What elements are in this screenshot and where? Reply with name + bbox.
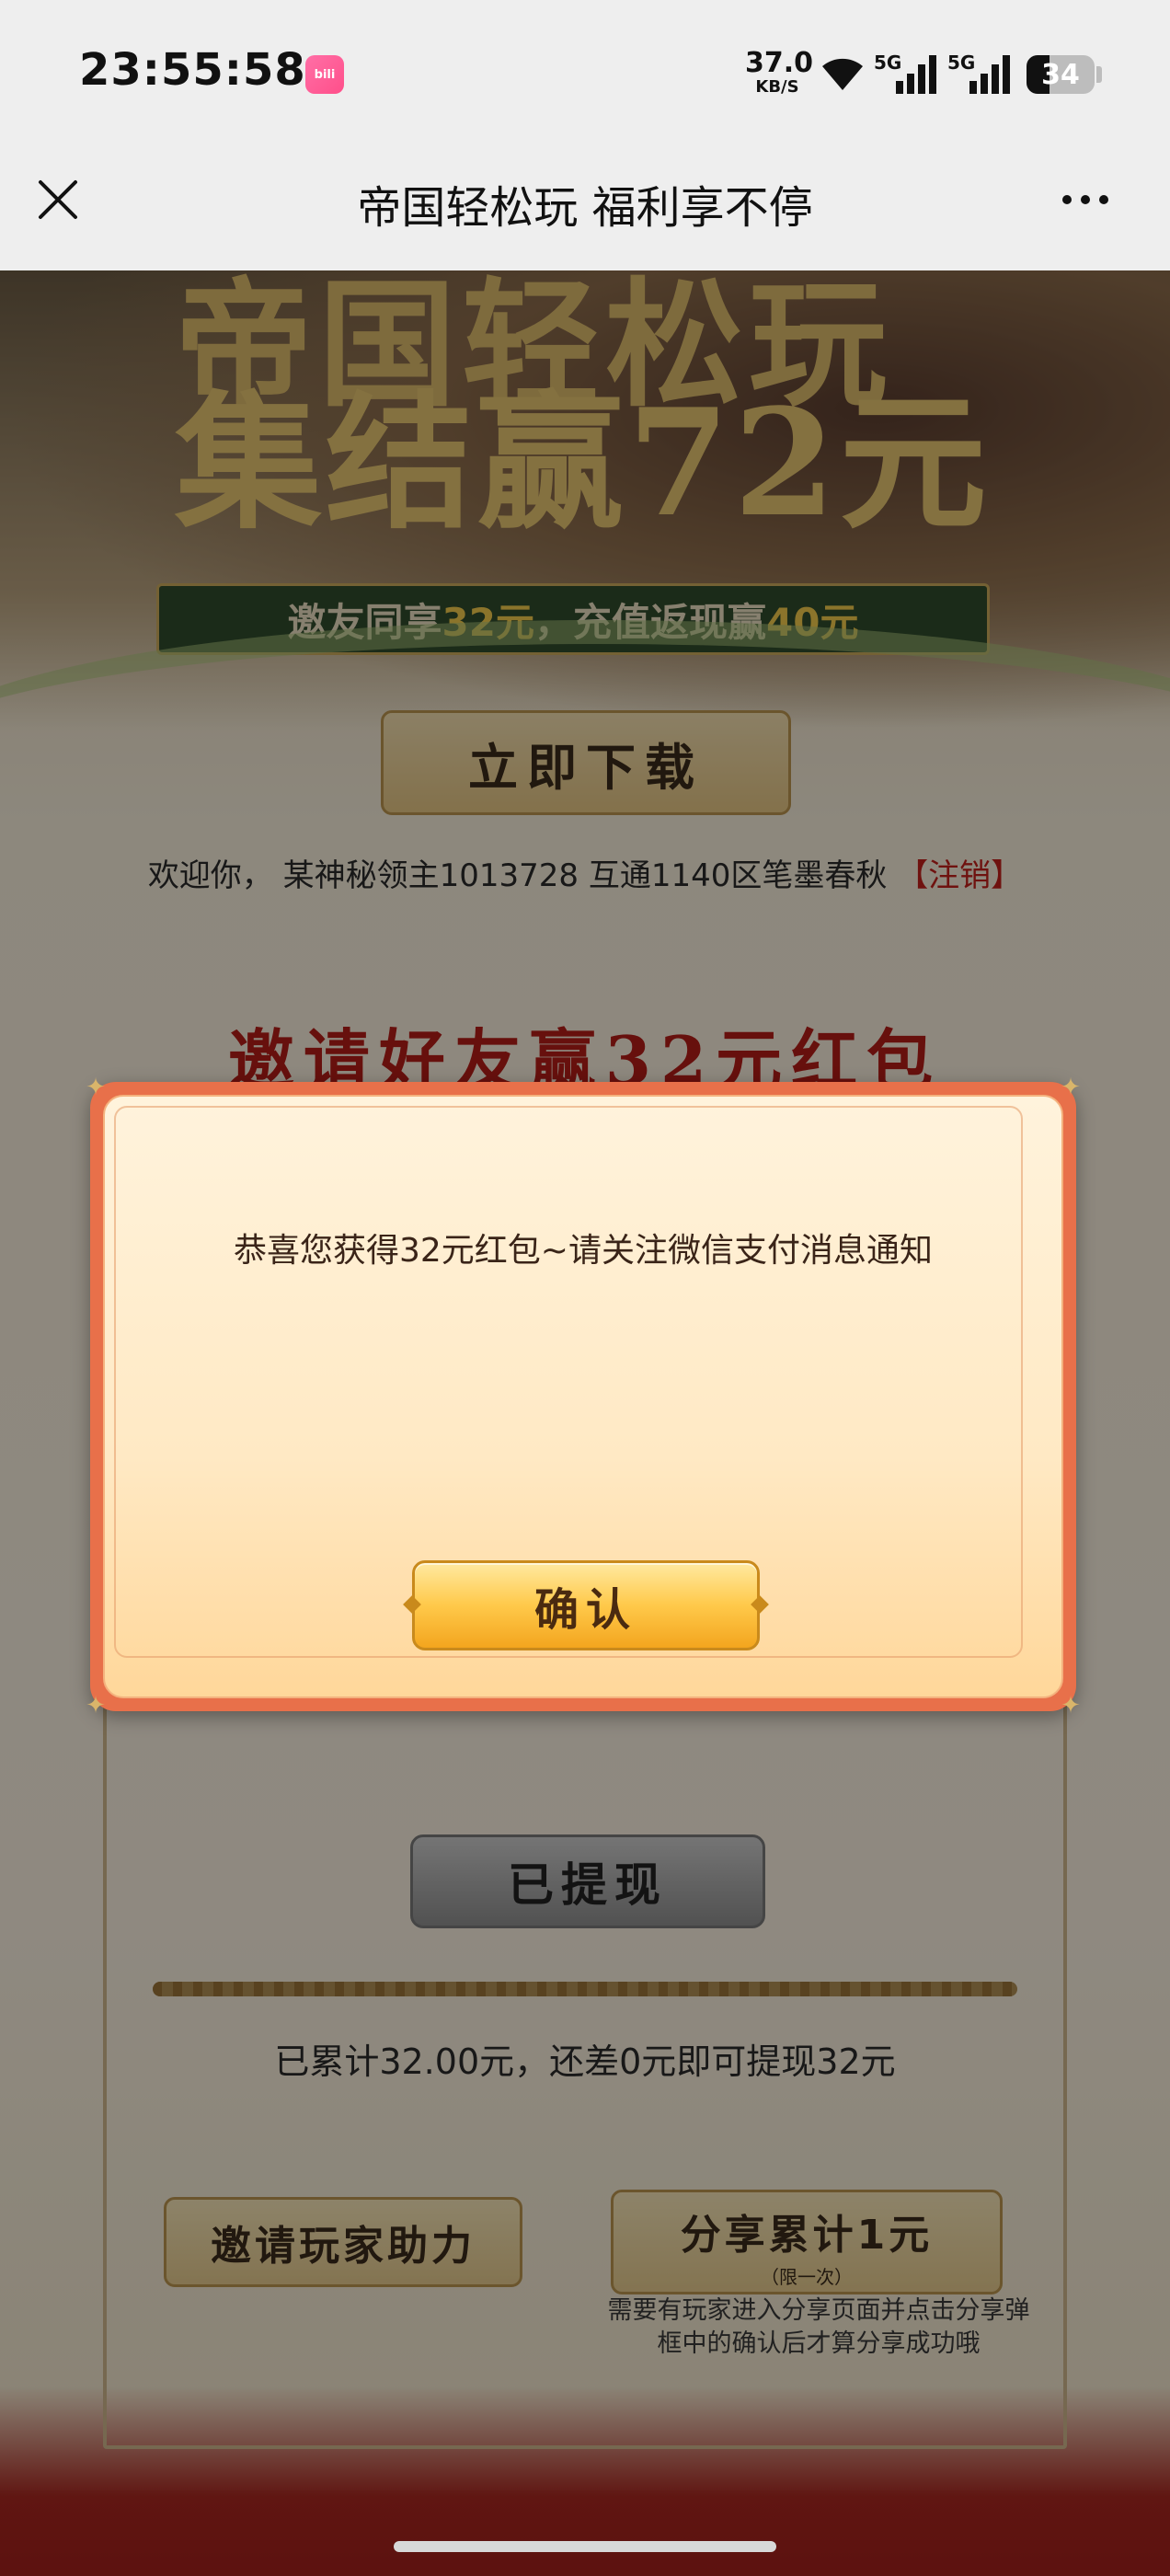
status-time: 23:55:58	[79, 44, 306, 96]
network-speed-unit: KB/S	[755, 77, 799, 97]
corner-ornament-icon: ✦	[1061, 1692, 1081, 1719]
home-indicator[interactable]	[394, 2541, 776, 2552]
more-options-button[interactable]	[1049, 175, 1122, 224]
corner-ornament-icon: ✦	[86, 1692, 106, 1719]
more-dots-icon	[1062, 195, 1072, 204]
bilibili-app-icon: bili	[305, 55, 344, 94]
page-title: 帝国轻松玩 福利享不停	[357, 182, 813, 234]
reward-modal: ✦ ✦ ✦ ✦ 恭喜您获得32元红包~请关注微信支付消息通知 确认	[86, 1075, 1081, 1718]
modal-message: 恭喜您获得32元红包~请关注微信支付消息通知	[234, 1232, 933, 1270]
battery-icon: 34	[1027, 55, 1095, 94]
confirm-button[interactable]: 确认	[412, 1560, 760, 1650]
corner-ornament-icon: ✦	[1061, 1074, 1081, 1101]
wifi-icon	[822, 58, 863, 90]
network-speed-value: 37.0	[745, 47, 814, 79]
status-bar: 23:55:58 bili 37.0 KB/S 5G 5G 34	[0, 0, 1170, 147]
battery-cap	[1096, 66, 1102, 83]
battery-level: 34	[1041, 58, 1080, 91]
corner-ornament-icon: ✦	[86, 1074, 106, 1101]
network-speed: 37.0 KB/S	[745, 47, 814, 97]
